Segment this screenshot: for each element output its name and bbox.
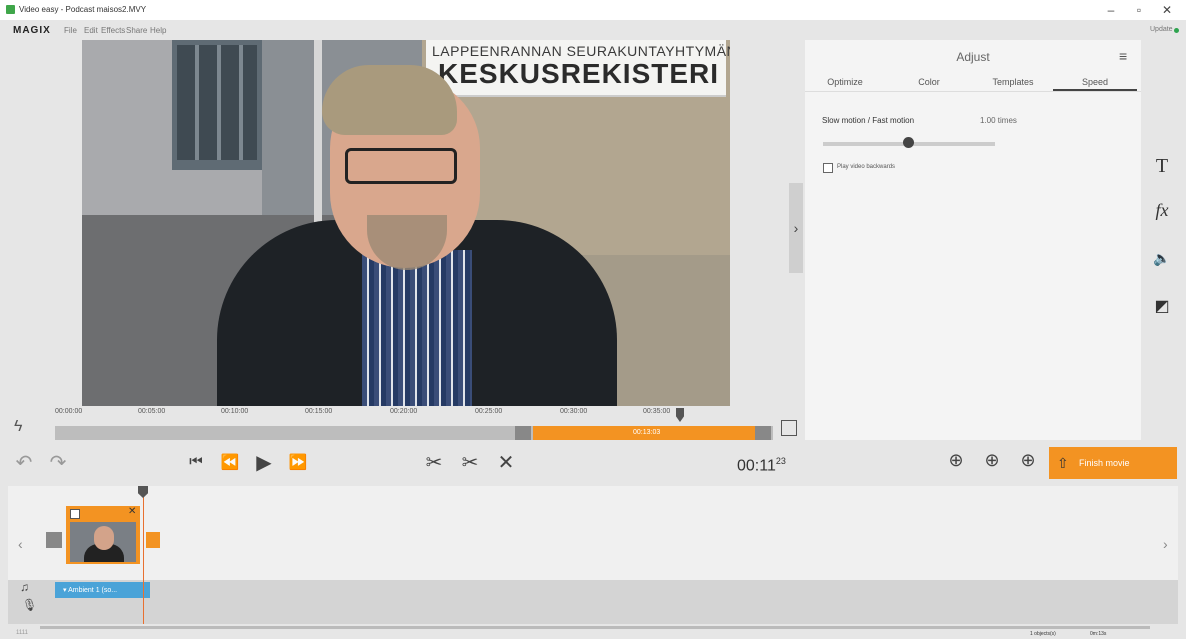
window-title: Video easy - Podcast maisos2.MVY	[19, 5, 147, 14]
ruler-tick: 00:25:00	[475, 408, 503, 415]
range-start-handle[interactable]	[515, 426, 531, 440]
cut-icon[interactable]: ✂	[456, 450, 484, 475]
close-button[interactable]: ✕	[1156, 2, 1178, 18]
microphone-icon[interactable]: 🎙	[22, 598, 37, 612]
chevron-right-icon[interactable]: ›	[1163, 536, 1168, 552]
tab-templates[interactable]: Templates	[973, 77, 1053, 87]
speed-label: Slow motion / Fast motion	[822, 116, 915, 125]
timecode: 00:1123	[737, 456, 786, 475]
video-preview[interactable]: LAPPEENRANNAN SEURAKUNTAYHTYMÄN KESKUSRE…	[82, 40, 730, 406]
minimize-button[interactable]: –	[1100, 2, 1122, 18]
adjust-panel: Adjust ≡ Optimize Color Templates Speed …	[805, 40, 1141, 440]
update-link[interactable]: Update	[1150, 26, 1173, 33]
fast-forward-icon[interactable]: ⏩	[284, 453, 312, 471]
tab-speed[interactable]: Speed	[1055, 77, 1135, 87]
window-title-bar: Video easy - Podcast maisos2.MVY – ▫ ✕	[0, 0, 1186, 20]
menu-bar: MAGIX File Edit Effects Share Help Updat…	[0, 20, 1186, 40]
menu-help[interactable]: Help	[150, 26, 166, 35]
update-status-dot	[1174, 28, 1179, 33]
clip-close-icon[interactable]: ✕	[128, 506, 136, 517]
range-time: 00:13:03	[633, 429, 661, 436]
speed-slider-handle[interactable]	[903, 137, 914, 148]
range-end-handle[interactable]	[755, 426, 771, 440]
horizontal-scrollbar[interactable]	[40, 626, 1150, 629]
undo-icon[interactable]: ↶	[10, 450, 38, 475]
audio-clip[interactable]: ▾ Ambient 1 (so...	[55, 582, 150, 598]
preview-range[interactable]: 00:13:03	[533, 426, 765, 440]
ruler-tick: 00:15:00	[305, 408, 333, 415]
preview-ruler[interactable]: 00:00:00 00:05:00 00:10:00 00:15:00 00:2…	[55, 408, 773, 424]
menu-file[interactable]: File	[64, 26, 77, 35]
timeline-playhead-line	[143, 486, 144, 624]
preview-sign: LAPPEENRANNAN SEURAKUNTAYHTYMÄN KESKUSRE…	[426, 40, 730, 97]
audio-track: ♫ 🎙 ▾ Ambient 1 (so...	[8, 580, 1178, 624]
tab-divider	[805, 91, 1141, 92]
timeline-playhead[interactable]	[138, 486, 148, 498]
delete-icon[interactable]: ✕	[492, 450, 520, 475]
overlay-icon[interactable]: ◩	[1150, 296, 1174, 316]
audio-clip-label: ▾ Ambient 1 (so...	[63, 587, 118, 594]
redo-icon[interactable]: ↷	[44, 450, 72, 475]
tab-color[interactable]: Color	[889, 77, 969, 87]
active-tab-indicator	[1053, 89, 1137, 91]
tab-optimize[interactable]: Optimize	[805, 77, 885, 87]
rewind-icon[interactable]: ⏪	[216, 453, 244, 471]
add-image-icon[interactable]: ⊕	[978, 450, 1006, 471]
skip-to-start-icon[interactable]: ⏮	[182, 453, 210, 470]
status-objects: 1 objects(s)	[1030, 631, 1056, 637]
split-icon[interactable]: ✂	[420, 450, 448, 475]
chevron-right-icon: ›	[793, 220, 799, 236]
chevron-left-icon[interactable]: ‹	[18, 536, 23, 552]
menu-share[interactable]: Share	[126, 26, 147, 35]
add-video-icon[interactable]: ⊕	[942, 450, 970, 471]
play-backwards-label[interactable]: Play video backwards	[837, 164, 895, 170]
clip-checkbox[interactable]	[70, 509, 80, 519]
ruler-tick: 00:35:00	[643, 408, 671, 415]
timeline[interactable]: ‹ › ✕ ♫ 🎙 ▾ Ambient 1 (so...	[8, 486, 1178, 624]
play-backwards-checkbox[interactable]	[823, 163, 833, 173]
effects-icon[interactable]: fx	[1150, 200, 1174, 221]
sign-line-1: LAPPEENRANNAN SEURAKUNTAYHTYMÄN	[432, 43, 730, 59]
preview-person-glasses	[345, 148, 457, 184]
app-icon	[6, 5, 15, 14]
status-duration: 0m:13s	[1090, 631, 1107, 637]
ruler-tick: 00:05:00	[138, 408, 166, 415]
sign-line-2: KESKUSREKISTERI	[438, 58, 720, 89]
transport-bar: ↶ ↷ ⏮ ⏪ ▶ ⏩ ✂ ✂ ✕ 00:1123 ⊕ ⊕ ⊕ ⇧ Finish…	[0, 442, 1186, 486]
finish-movie-button[interactable]: ⇧ Finish movie	[1049, 447, 1177, 479]
panel-title: Adjust	[956, 50, 990, 64]
status-left: 1111	[16, 630, 29, 636]
thumb-person-face	[94, 526, 114, 550]
upload-icon: ⇧	[1057, 455, 1069, 471]
preview-person-hair	[322, 65, 457, 135]
clip-thumbnail	[70, 522, 136, 562]
timecode-main: 00:11	[737, 457, 776, 475]
collapse-panel-button[interactable]: ›	[789, 183, 803, 273]
ruler-tick: 00:10:00	[221, 408, 249, 415]
maximize-button[interactable]: ▫	[1128, 2, 1150, 18]
speed-value: 1.00 times	[980, 116, 1017, 125]
audio-icon[interactable]: 🔈	[1150, 250, 1174, 267]
preview-scrub-bar[interactable]: 00:13:03	[55, 426, 773, 440]
clip-end-handle[interactable]	[146, 532, 160, 548]
ruler-tick: 00:30:00	[560, 408, 588, 415]
add-music-icon[interactable]: ⊕	[1014, 450, 1042, 471]
video-clip[interactable]: ✕	[66, 506, 140, 564]
play-icon[interactable]: ▶	[250, 450, 278, 475]
menu-effects[interactable]: Effects	[101, 26, 125, 35]
lightning-icon[interactable]: ϟ	[14, 418, 22, 436]
brand-logo: MAGIX	[13, 25, 51, 36]
ruler-tick: 00:20:00	[390, 408, 418, 415]
text-icon[interactable]: T	[1150, 155, 1174, 178]
preview-windows	[177, 45, 257, 160]
music-note-icon: ♫	[20, 580, 29, 594]
timecode-frames: 23	[775, 456, 786, 466]
finish-movie-label: Finish movie	[1079, 458, 1130, 468]
fullscreen-icon[interactable]	[781, 420, 797, 436]
hamburger-menu-icon[interactable]: ≡	[1119, 48, 1127, 64]
ruler-tick: 00:00:00	[55, 408, 83, 415]
transition-slot[interactable]	[46, 532, 62, 548]
preview-person-shirt	[362, 250, 472, 406]
menu-edit[interactable]: Edit	[84, 26, 98, 35]
